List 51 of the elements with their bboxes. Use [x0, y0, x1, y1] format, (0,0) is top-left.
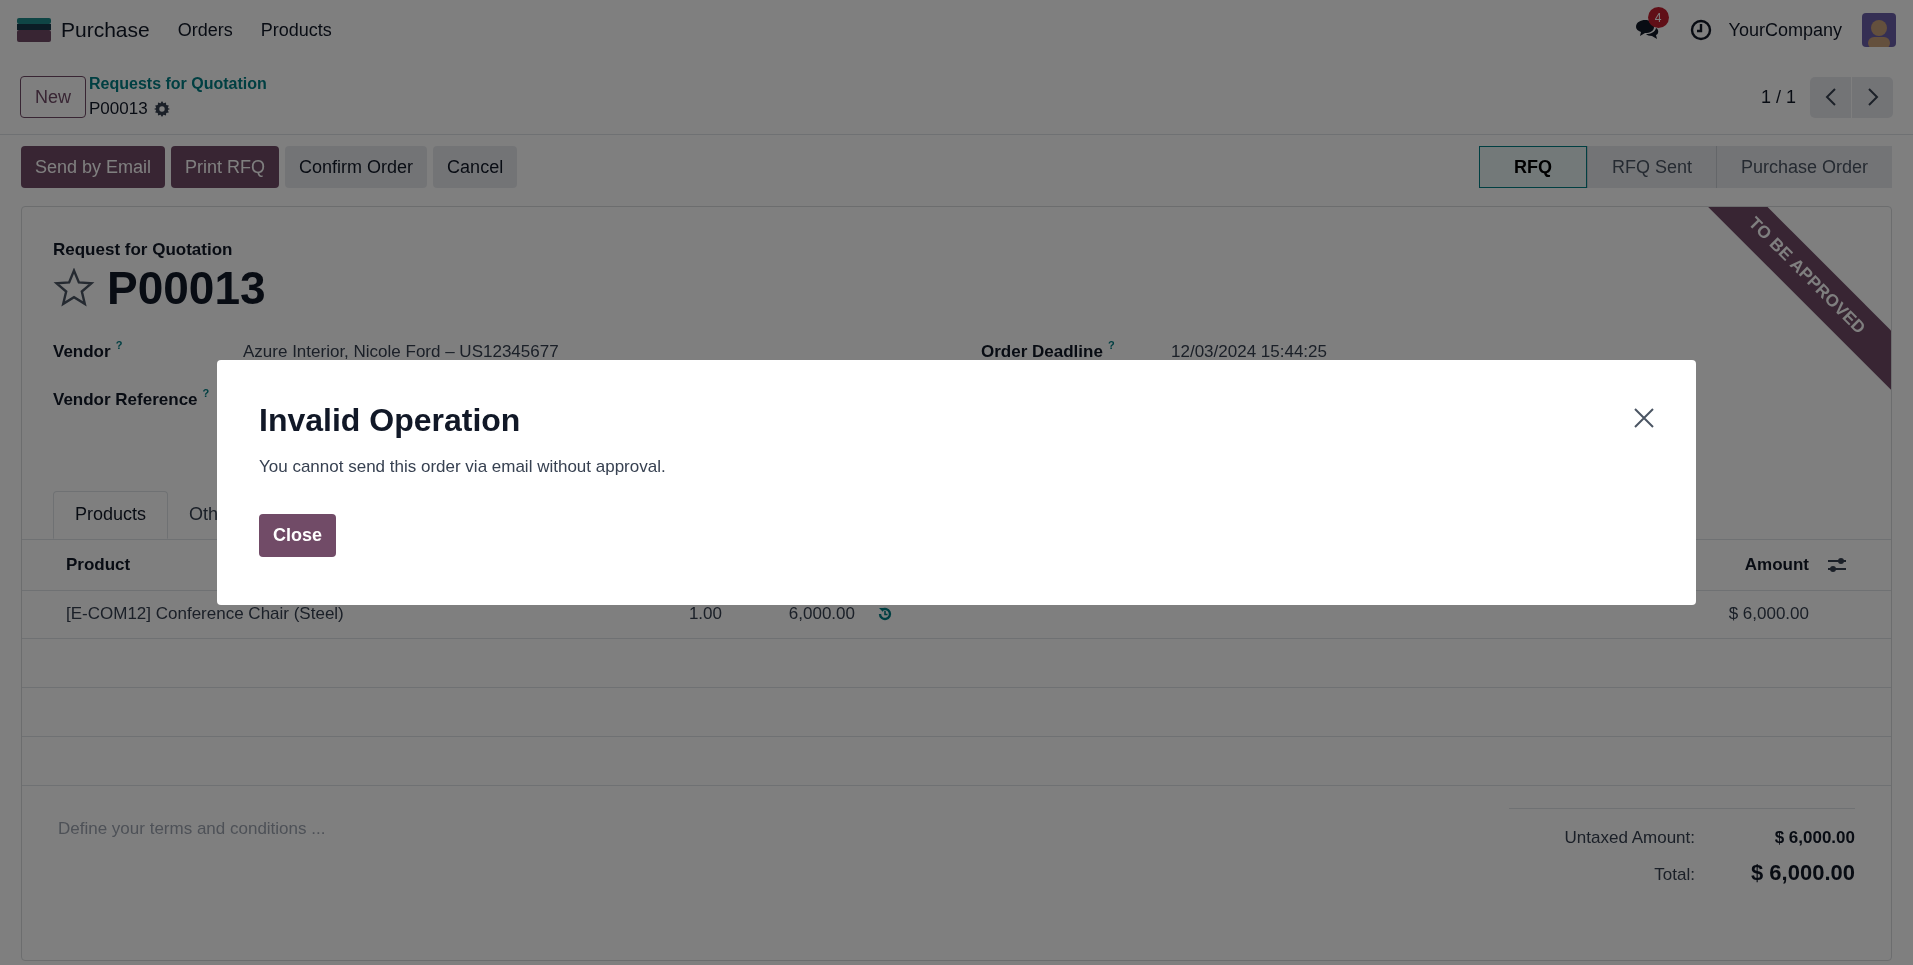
close-icon[interactable] — [1634, 408, 1654, 428]
notification-badge: 4 — [1647, 7, 1669, 28]
reset-icon[interactable] — [877, 606, 893, 622]
help-tooltip[interactable]: ? — [1107, 338, 1115, 351]
table-cell-text: 6,000.00 — [787, 603, 855, 626]
record-name: P00013 — [89, 98, 148, 121]
column-header[interactable]: Product — [66, 551, 131, 578]
clock-icon[interactable] — [1689, 19, 1712, 41]
status-step[interactable]: RFQ Sent — [1586, 146, 1716, 188]
menu-item[interactable]: Products — [260, 16, 332, 44]
status-step[interactable]: RFQ — [1478, 146, 1587, 188]
new-button[interactable]: New — [20, 76, 86, 118]
record-title: P00013 — [107, 264, 266, 311]
action-button[interactable]: Cancel — [433, 146, 518, 188]
chevron-right-icon — [1866, 87, 1879, 107]
dialog-message: You cannot send this order via email without approval. — [259, 456, 667, 478]
form-subtitle: Request for Quotation — [53, 239, 233, 261]
help-tooltip[interactable]: ? — [115, 338, 123, 351]
breadcrumb-link[interactable]: Requests for Quotation — [89, 72, 267, 97]
tab[interactable]: Products — [53, 490, 169, 539]
action-button[interactable]: Confirm Order — [285, 146, 428, 188]
dialog-title: Invalid Operation — [259, 401, 522, 440]
column-header[interactable]: Amount — [1744, 551, 1809, 578]
table-cell-text: $ 6,000.00 — [1728, 603, 1809, 626]
tab[interactable]: Oth — [168, 490, 240, 539]
total-label: Total: — [1653, 864, 1695, 886]
menu-item[interactable]: Orders — [177, 16, 233, 44]
field-label: Vendor Reference — [53, 388, 198, 411]
table-cell-text: [E-COM12] Conference Chair (Steel) — [66, 603, 345, 626]
status-step[interactable]: Purchase Order — [1715, 146, 1892, 188]
help-tooltip[interactable]: ? — [202, 386, 210, 399]
table-cell-text: 1.00 — [687, 603, 722, 626]
close-button[interactable]: Close — [259, 513, 337, 557]
chevron-left-icon — [1824, 87, 1837, 107]
pager-value: 1 / 1 — [1760, 85, 1796, 109]
field-label: Order Deadline — [981, 340, 1103, 363]
total-value: $ 6,000.00 — [1750, 859, 1855, 887]
next-button[interactable] — [1852, 76, 1893, 118]
sliders-icon[interactable] — [1827, 555, 1847, 574]
company-name[interactable]: YourCompany — [1728, 16, 1842, 44]
gear-icon[interactable] — [153, 101, 170, 117]
previous-button[interactable] — [1810, 76, 1851, 118]
field-value[interactable]: 12/03/2024 15:44:25 — [1171, 338, 1327, 364]
total-label: Untaxed Amount: — [1563, 826, 1695, 849]
field-value[interactable]: Azure Interior, Nicole Ford – US12345677 — [243, 338, 559, 364]
app-name[interactable]: Purchase — [61, 14, 150, 46]
action-button[interactable]: Send by Email — [21, 146, 166, 188]
star-icon[interactable] — [53, 267, 95, 308]
total-value: $ 6,000.00 — [1773, 826, 1855, 849]
action-button[interactable]: Print RFQ — [171, 146, 280, 188]
field-label: Vendor — [53, 340, 111, 363]
